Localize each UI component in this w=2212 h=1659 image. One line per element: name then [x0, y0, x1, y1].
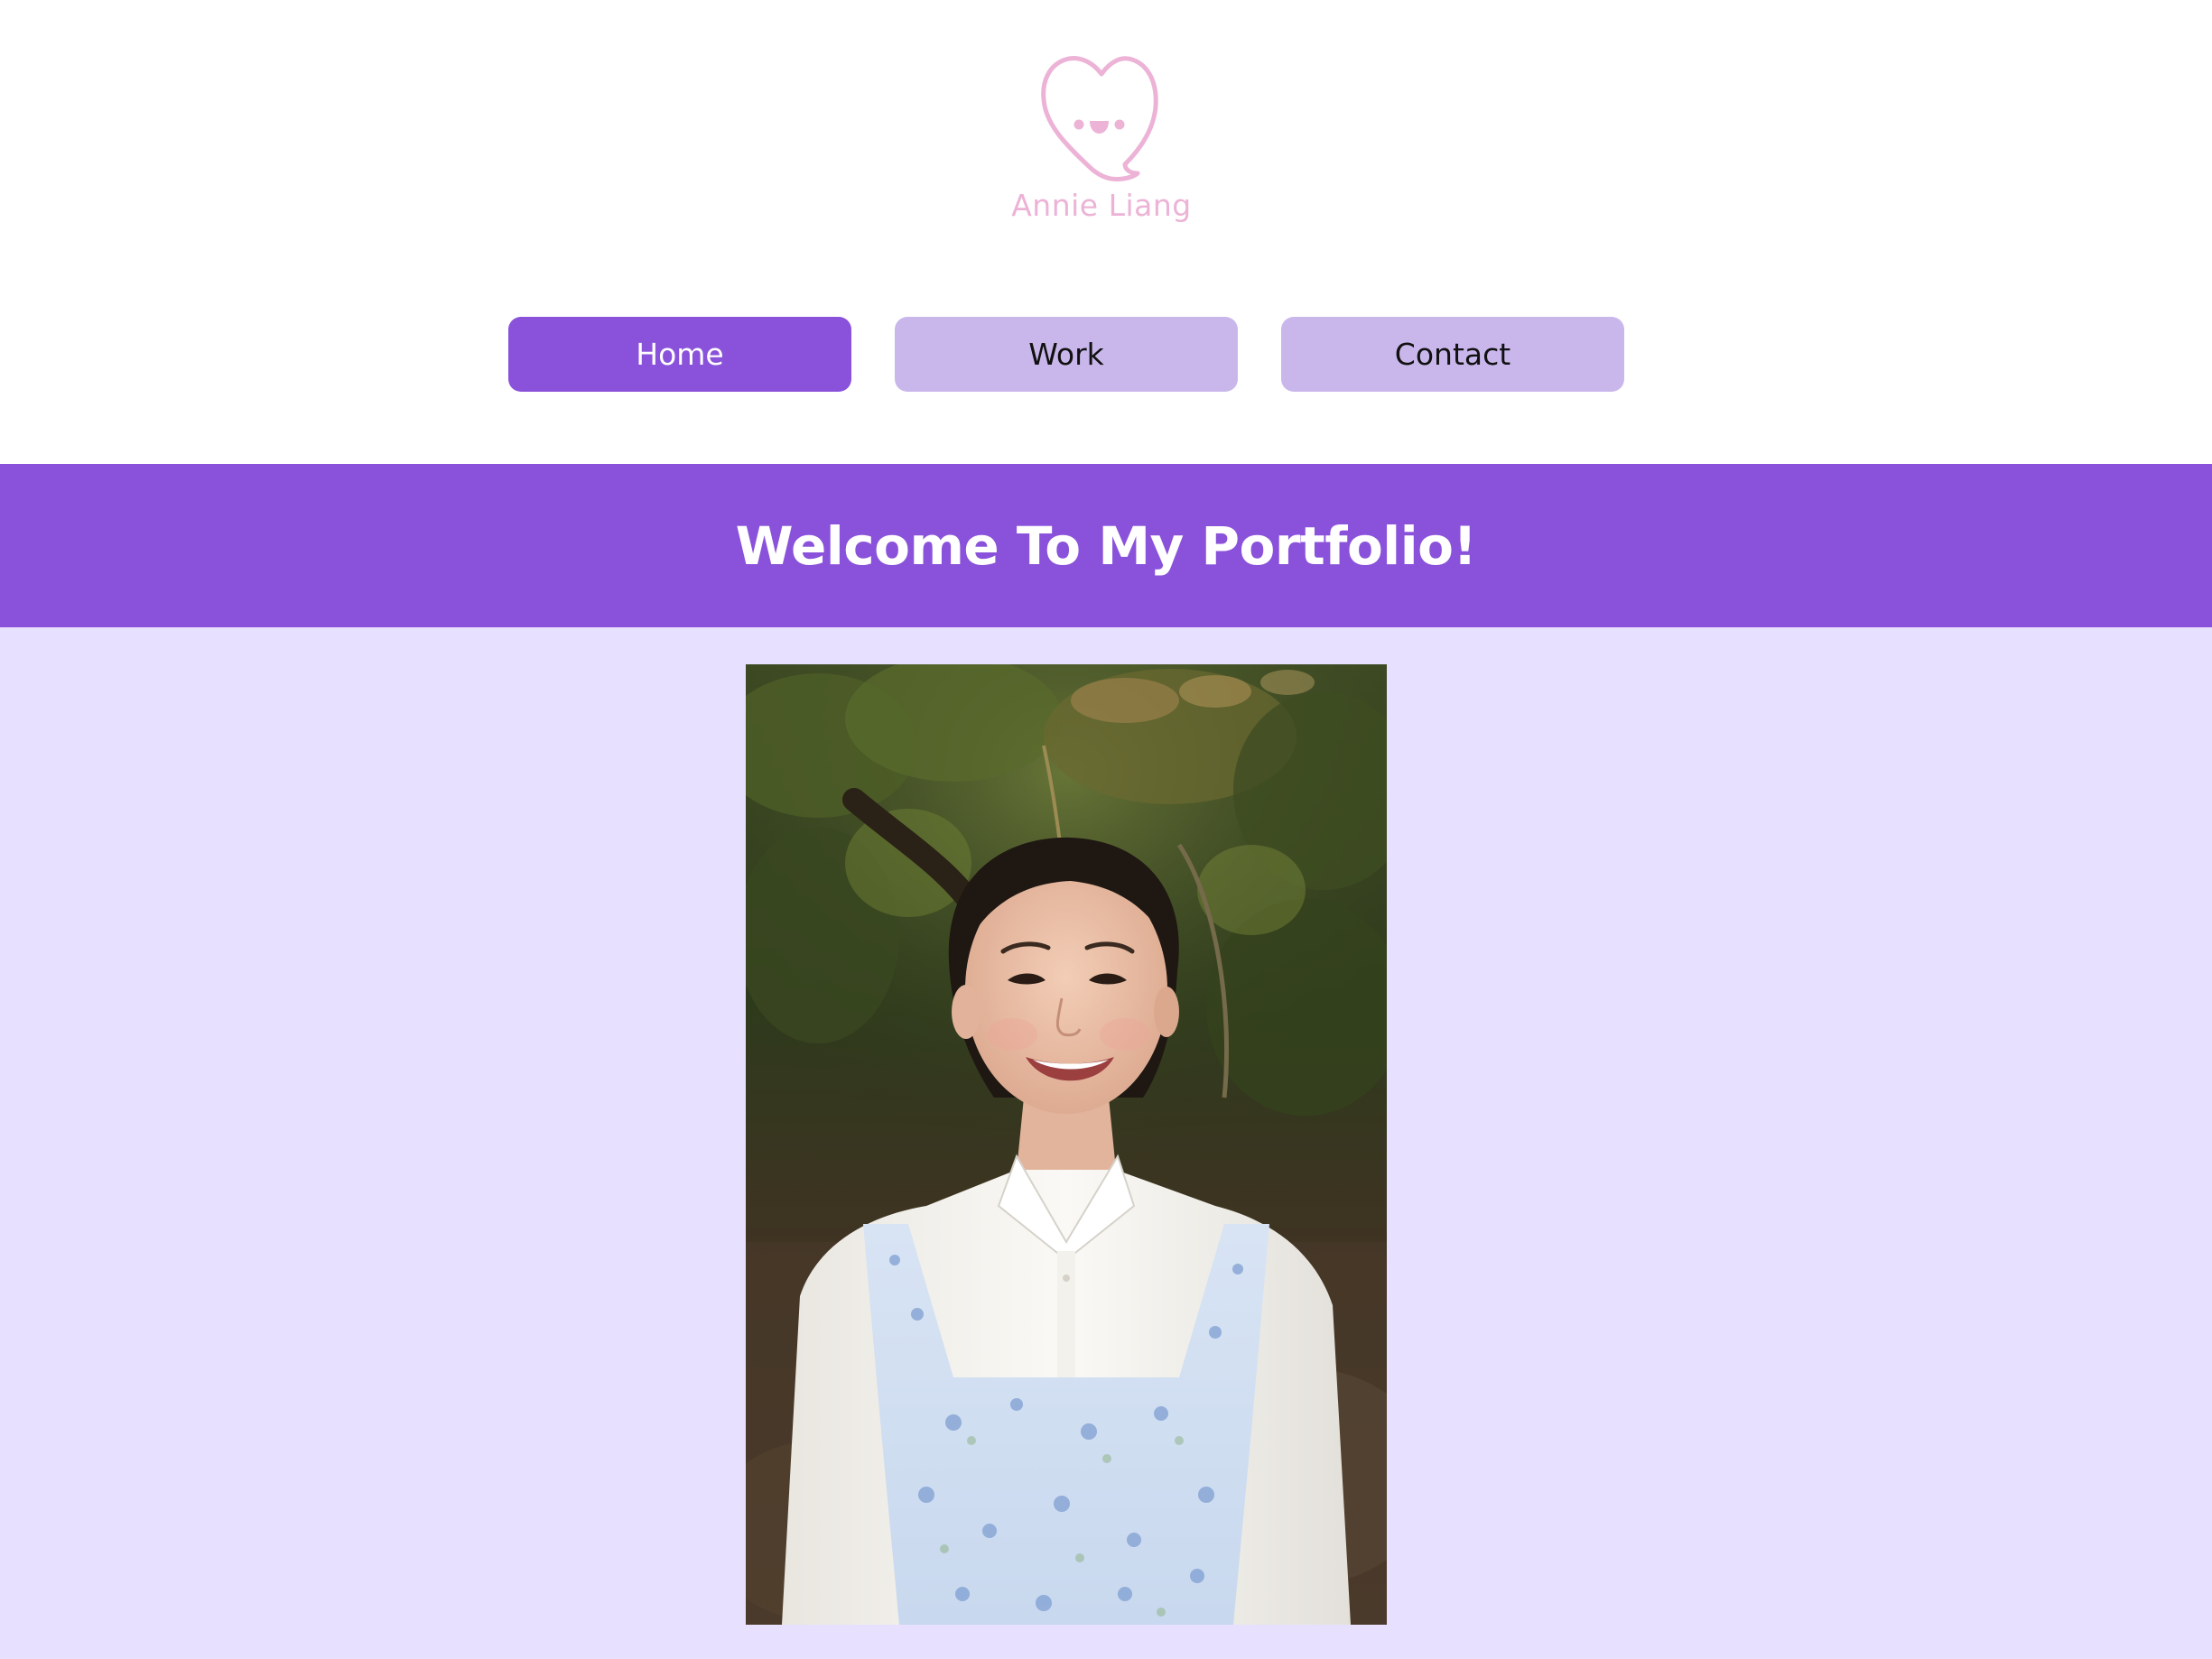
- nav-home-button[interactable]: Home: [508, 317, 851, 392]
- heart-speech-bubble-face-icon: [1041, 56, 1158, 181]
- nav-contact-button[interactable]: Contact: [1281, 317, 1624, 392]
- portrait-photo: [746, 664, 1387, 1625]
- page-title: Welcome To My Portfolio!: [735, 514, 1477, 577]
- site-logo[interactable]: Annie Liang: [975, 54, 1228, 235]
- site-header: Annie Liang Home Work Contact: [0, 0, 2212, 464]
- main-nav: Home Work Contact: [0, 317, 2212, 392]
- nav-work-button[interactable]: Work: [895, 317, 1238, 392]
- portrait-image: [746, 664, 1387, 1625]
- welcome-banner: Welcome To My Portfolio!: [0, 464, 2212, 627]
- logo-text: Annie Liang: [1011, 188, 1192, 223]
